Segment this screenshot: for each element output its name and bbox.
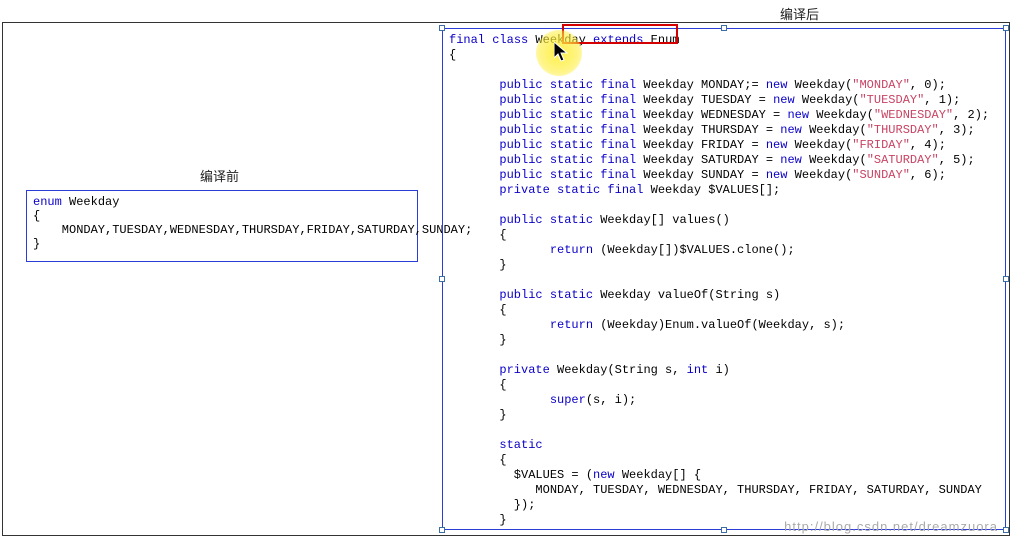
field-decl: Weekday SATURDAY = <box>636 153 780 167</box>
field-decl: Weekday MONDAY;= <box>636 78 766 92</box>
str-sun: "SUNDAY" <box>852 168 910 182</box>
method-mods: public static <box>449 288 593 302</box>
field-mods: public static final <box>449 93 636 107</box>
static-arr: Weekday[] { <box>615 468 701 482</box>
method-mods: public static <box>449 213 593 227</box>
brace: { <box>449 303 507 317</box>
brace-open: { <box>33 209 40 223</box>
kw-new: new <box>773 93 795 107</box>
brace-close: } <box>33 237 40 251</box>
ctor-call: Weekday( <box>787 78 852 92</box>
resize-handle-icon <box>1003 276 1009 282</box>
return-expr: (Weekday)Enum.valueOf(Weekday, s); <box>593 318 845 332</box>
ctor-call: Weekday( <box>795 93 860 107</box>
str-thu: "THURSDAY" <box>867 123 939 137</box>
brace-close: } <box>449 528 456 530</box>
field-mods: private static final <box>449 183 643 197</box>
resize-handle-icon <box>721 25 727 31</box>
brace: } <box>449 258 507 272</box>
kw-int: int <box>687 363 709 377</box>
enum-constants: MONDAY,TUESDAY,WEDNESDAY,THURSDAY,FRIDAY… <box>33 223 472 237</box>
kw-class: class <box>492 33 528 47</box>
ctor-call: Weekday( <box>787 138 852 152</box>
kw-super: super <box>449 393 586 407</box>
field-end: , 4); <box>910 138 946 152</box>
kw-new: new <box>780 123 802 137</box>
ctor-mod: private <box>449 363 550 377</box>
field-mods: public static final <box>449 138 636 152</box>
resize-handle-icon <box>1003 25 1009 31</box>
header-before: 编译前 <box>200 166 239 185</box>
super-args: (s, i); <box>586 393 636 407</box>
str-sat: "SATURDAY" <box>867 153 939 167</box>
kw-new: new <box>787 108 809 122</box>
kw-enum: enum <box>33 195 62 209</box>
field-decl: Weekday TUESDAY = <box>636 93 773 107</box>
str-monday: "MONDAY" <box>852 78 910 92</box>
ctor-call: Weekday( <box>802 153 867 167</box>
code-after-panel: final class Weekday extends Enum { publi… <box>442 28 1006 530</box>
kw-extends: extends <box>593 33 643 47</box>
kw-new: new <box>593 468 615 482</box>
watermark-text: http://blog.csdn.net/dreamzuora <box>784 519 998 534</box>
brace: { <box>449 228 507 242</box>
brace: } <box>449 333 507 347</box>
resize-handle-icon <box>439 527 445 533</box>
ctor-call: Weekday( <box>787 168 852 182</box>
brace: } <box>449 408 507 422</box>
ctor-call: Weekday( <box>802 123 867 137</box>
brace-open: { <box>449 48 456 62</box>
field-decl: Weekday THURSDAY = <box>636 123 780 137</box>
method-sig: Weekday valueOf(String s) <box>593 288 780 302</box>
method-sig: Weekday[] values() <box>593 213 730 227</box>
kw-return: return <box>449 243 593 257</box>
resize-handle-icon <box>439 25 445 31</box>
field-end: , 2); <box>953 108 989 122</box>
field-mods: public static final <box>449 123 636 137</box>
ctor-sig: Weekday(String s, <box>550 363 687 377</box>
kw-final: final <box>449 33 485 47</box>
kw-return: return <box>449 318 593 332</box>
header-after: 编译后 <box>780 4 819 23</box>
static-assign: $VALUES = ( <box>449 468 593 482</box>
field-decl: Weekday FRIDAY = <box>636 138 766 152</box>
kw-new: new <box>766 78 788 92</box>
field-mods: public static final <box>449 168 636 182</box>
code-before-panel: enum Weekday { MONDAY,TUESDAY,WEDNESDAY,… <box>26 190 418 262</box>
field-end: , 5); <box>939 153 975 167</box>
field-decl: Weekday SUNDAY = <box>636 168 766 182</box>
str-wed: "WEDNESDAY" <box>874 108 953 122</box>
resize-handle-icon <box>1003 527 1009 533</box>
super-name: Enum <box>643 33 679 47</box>
static-close: }); <box>449 498 535 512</box>
kw-static: static <box>449 438 543 452</box>
enum-name: Weekday <box>62 195 120 209</box>
return-expr: (Weekday[])$VALUES.clone(); <box>593 243 795 257</box>
static-list: MONDAY, TUESDAY, WEDNESDAY, THURSDAY, FR… <box>449 483 982 497</box>
field-mods: public static final <box>449 78 636 92</box>
field-mods: public static final <box>449 108 636 122</box>
str-fri: "FRIDAY" <box>852 138 910 152</box>
field-end: , 3); <box>939 123 975 137</box>
resize-handle-icon <box>439 276 445 282</box>
str-tuesday: "TUESDAY" <box>859 93 924 107</box>
field-decl: Weekday WEDNESDAY = <box>636 108 787 122</box>
field-mods: public static final <box>449 153 636 167</box>
kw-new: new <box>766 168 788 182</box>
brace: { <box>449 453 507 467</box>
field-end: , 6); <box>910 168 946 182</box>
class-name: Weekday <box>528 33 593 47</box>
ctor-call: Weekday( <box>809 108 874 122</box>
field-decl: Weekday $VALUES[]; <box>643 183 780 197</box>
ctor-sig2: i) <box>708 363 730 377</box>
brace: } <box>449 513 507 527</box>
kw-new: new <box>766 138 788 152</box>
field-end: , 1); <box>924 93 960 107</box>
brace: { <box>449 378 507 392</box>
resize-handle-icon <box>721 527 727 533</box>
field-end: , 0); <box>910 78 946 92</box>
kw-new: new <box>780 153 802 167</box>
